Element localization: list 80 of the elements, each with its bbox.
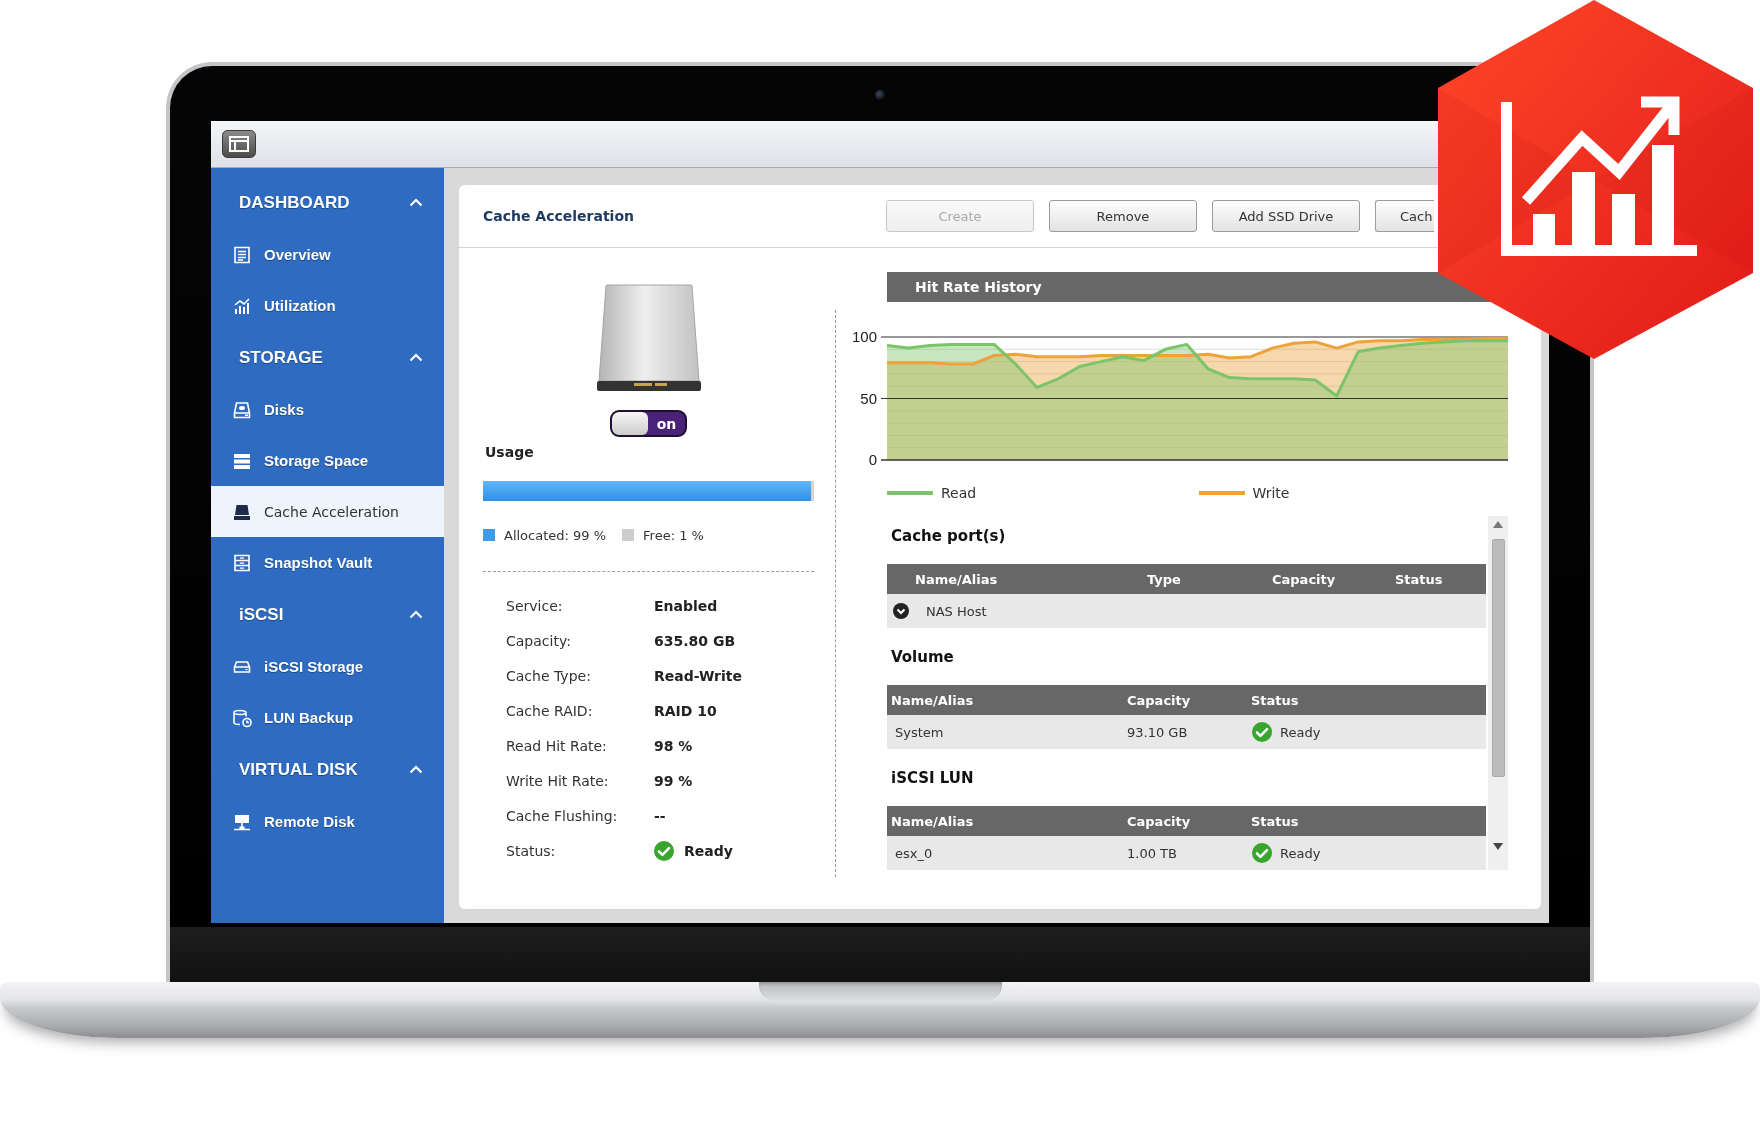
detail-value: 98 % xyxy=(654,737,693,754)
sidebar-item[interactable]: Snapshot Vault xyxy=(211,537,444,588)
layout-toggle-icon[interactable] xyxy=(222,130,256,158)
column-header: Type xyxy=(1146,571,1182,587)
table-row[interactable]: NAS Host xyxy=(887,594,1486,628)
column-header: Capacity xyxy=(1126,692,1192,708)
toggle-switch[interactable]: on xyxy=(610,410,687,437)
chevron-down-icon[interactable] xyxy=(893,603,909,619)
detail-label: Cache Flushing: xyxy=(506,807,619,824)
legend-label: Read xyxy=(941,485,977,501)
column-header: Capacity xyxy=(1271,571,1337,587)
scrollbar-thumb[interactable] xyxy=(1491,539,1505,777)
check-icon xyxy=(654,840,674,861)
detail-value: RAID 10 xyxy=(654,702,717,719)
detail-label: Cache RAID: xyxy=(506,702,594,719)
column-header: Status xyxy=(1250,813,1300,829)
y-axis-label: 0 xyxy=(868,451,877,468)
sidebar-item[interactable]: Remote Disk xyxy=(211,796,444,847)
bar-chart-icon xyxy=(232,295,252,316)
cabinet-icon xyxy=(232,552,252,573)
sidebar-item[interactable]: Storage Space xyxy=(211,435,444,486)
y-axis-label: 100 xyxy=(851,328,877,345)
sidebar-item[interactable]: Overview xyxy=(211,229,444,280)
legend-label: Write xyxy=(1252,485,1290,501)
sidebar-item[interactable]: iSCSI Storage xyxy=(211,641,444,692)
legend-label: Allocated: 99 % xyxy=(504,527,607,543)
status-text: Ready xyxy=(1280,724,1321,740)
hard-drive-icon xyxy=(232,399,252,420)
list-icon xyxy=(232,244,252,265)
table-title: Volume xyxy=(890,647,955,668)
sidebar-item[interactable]: LUN Backup xyxy=(211,692,444,743)
table-row[interactable]: esx_0 1.00 TB Ready xyxy=(887,836,1486,870)
column-header: Status xyxy=(1394,571,1444,587)
detail-label: Cache Type: xyxy=(506,667,592,684)
section-header[interactable]: DASHBOARD xyxy=(211,176,444,229)
y-axis-label: 50 xyxy=(860,389,877,407)
usage-label: Usage xyxy=(484,443,535,461)
detail-value: 99 % xyxy=(654,772,693,789)
scroll-down-icon[interactable] xyxy=(1493,843,1503,850)
table-title: Cache port(s) xyxy=(890,526,1007,547)
scroll-up-icon[interactable] xyxy=(1493,521,1503,528)
column-header: Name/Alias xyxy=(890,692,975,708)
detail-value: Enabled xyxy=(654,597,718,614)
toolbar-button[interactable]: Cach xyxy=(1375,200,1435,232)
database-clock-icon xyxy=(232,707,252,728)
status-text: Ready xyxy=(684,842,733,859)
table-cell-text: 93.10 GB xyxy=(1126,724,1189,740)
table-cell: NAS Host xyxy=(926,603,987,619)
column-header: Name/Alias xyxy=(914,571,999,587)
table-cell-text: esx_0 xyxy=(894,845,934,861)
table-cell-text: 1.00 TB xyxy=(1126,845,1178,861)
column-header: Status xyxy=(1250,692,1300,708)
sidebar-item[interactable]: Utilization xyxy=(211,280,444,331)
column-header: Name/Alias xyxy=(890,813,975,829)
detail-label: Capacity: xyxy=(506,632,572,649)
toolbar-button[interactable]: Remove xyxy=(1049,200,1197,232)
check-icon xyxy=(1252,843,1272,863)
detail-value: Read-Write xyxy=(654,667,742,684)
table-title: iSCSI LUN xyxy=(890,768,975,789)
status-text: Ready xyxy=(1280,845,1321,861)
scrollbar[interactable] xyxy=(1488,516,1508,870)
camera-icon xyxy=(875,90,885,100)
panel-title: Cache Acceleration xyxy=(483,208,635,224)
section-header[interactable]: VIRTUAL DISK xyxy=(211,743,444,796)
detail-label: Read Hit Rate: xyxy=(506,737,608,754)
section-header[interactable]: STORAGE xyxy=(211,331,444,384)
table-row[interactable]: System 93.10 GB Ready xyxy=(887,715,1486,749)
column-header: Capacity xyxy=(1126,813,1192,829)
detail-value: 635.80 GB xyxy=(654,632,736,649)
sidebar-item[interactable]: Cache Acceleration xyxy=(211,486,444,537)
detail-label: Write Hit Rate: xyxy=(506,772,610,789)
legend-label: Free: 1 % xyxy=(643,527,704,543)
detail-label: Service: xyxy=(506,597,564,614)
detail-label: Status: xyxy=(506,842,557,859)
toolbar-button[interactable]: Add SSD Drive xyxy=(1212,200,1360,232)
sidebar-item[interactable]: Disks xyxy=(211,384,444,435)
section-header[interactable]: iSCSI xyxy=(211,588,444,641)
table-cell-text: System xyxy=(894,724,945,740)
detail-value: -- xyxy=(654,807,666,824)
check-icon xyxy=(1252,722,1272,742)
